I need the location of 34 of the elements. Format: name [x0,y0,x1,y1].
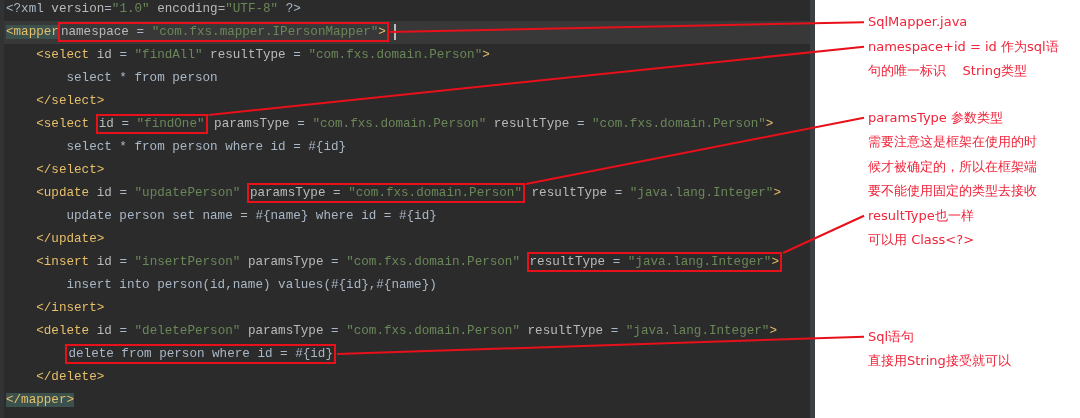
code-line: </insert> [35,300,106,317]
code-line: </update> [35,231,106,248]
code-line: insert into person(id,name) values(#{id},#{name}) [65,277,438,294]
annotation-text: 候才被确定的，所以在框架端 [868,157,1038,176]
annotation-text: Sql语句 [868,327,916,346]
code-line: select * from person where id = #{id} [65,139,348,156]
annotation-text: SqlMapper.java [868,13,969,31]
code-text: <mapper [6,25,59,39]
code-line: </select> [35,93,106,110]
annotation-text: resultType也一样 [868,206,975,225]
annotation-text: 需要注意这是框架在使用的时 [868,133,1038,151]
highlight-box: id = "findOne" [95,114,208,134]
code-text: <select [35,117,91,131]
annotation-text: paramsType 参数类型 [868,108,1004,127]
code-line: <delete id = "deletePerson" paramsType = "com.fxs.domain.Person" resultType = "java.lang.Integer"> [35,323,778,340]
annotation-text: 句的唯一标识 String类型 [868,62,1029,80]
annotation-text: namespace+id = id 作为sql语 [868,37,1059,56]
code-line: <select id = "findAll" resultType = "com.fxs.domain.Person"> [35,47,491,64]
annotation-text: 直接用String接受就可以 [868,352,1012,370]
code-text: <insert id = "insertPerson" paramsType = "com.fxs.domain.Person" [35,255,521,269]
annotation-text: 可以用 Class<?> [868,231,976,249]
annotation-text: 要不能使用固定的类型去接收 [868,182,1038,200]
code-line: </delete> [35,369,106,386]
code-text: paramsType = "com.fxs.domain.Person" resultType = "com.fxs.domain.Person"> [213,117,774,131]
highlight-box: resultType = "java.lang.Integer"> [526,252,782,272]
code-text: <update id = "updatePerson" [35,186,242,200]
highlight-box: namespace = "com.fxs.mapper.IPersonMapper"> [57,22,389,42]
code-line: </select> [35,162,106,179]
code-line: select * from person [65,70,219,87]
highlight-box: paramsType = "com.fxs.domain.Person" [246,183,525,203]
code-line: <?xml version="1.0" encoding="UTF-8" ?> [5,1,302,18]
code-line: update person set name = #{name} where id = #{id} [65,208,438,225]
code-text: resultType = "java.lang.Integer"> [530,186,781,200]
highlight-box: delete from person where id = #{id} [65,344,336,364]
